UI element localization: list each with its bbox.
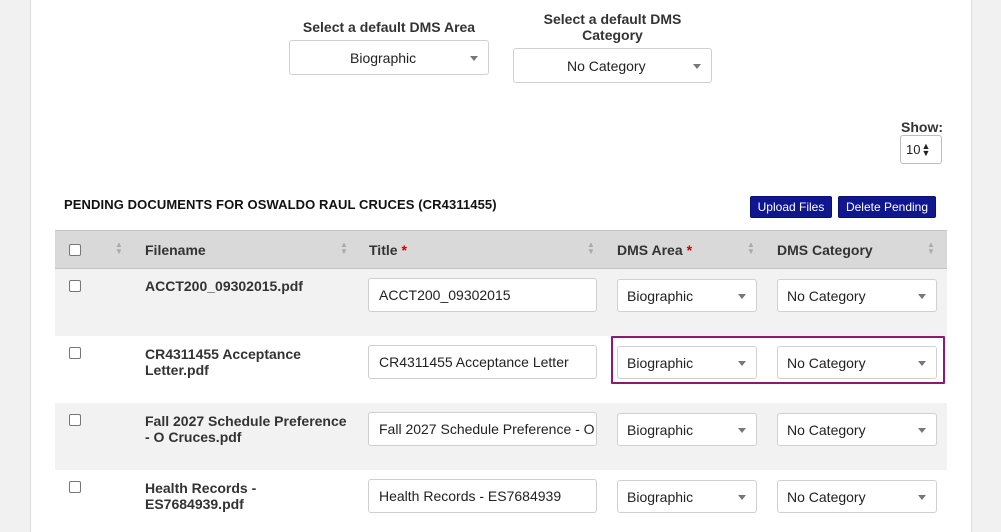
row-title-input[interactable]: ACCT200_09302015: [368, 278, 597, 312]
sort-icon[interactable]: ▲ ▼: [340, 241, 348, 256]
row-filename-line: ES7684939.pdf: [145, 496, 244, 512]
show-select[interactable]: 10 ▲ ▼: [900, 135, 942, 164]
default-category-label-line2: Category: [582, 27, 643, 43]
row-category-value: No Category: [787, 421, 866, 438]
row-filename: Health Records - ES7684939.pdf: [145, 480, 355, 512]
chevron-down-icon: [738, 427, 746, 433]
row-checkbox[interactable]: [69, 280, 81, 292]
sort-icon[interactable]: ▲ ▼: [747, 241, 755, 256]
default-area-select[interactable]: Biographic: [289, 40, 489, 75]
row-filename: CR4311455 Acceptance Letter.pdf: [145, 346, 355, 378]
upload-files-button[interactable]: Upload Files: [750, 196, 832, 218]
row-category-select[interactable]: No Category: [777, 480, 937, 513]
row-filename: ACCT200_09302015.pdf: [145, 278, 355, 294]
show-value: 10: [906, 142, 921, 157]
default-area-value: Biographic: [350, 49, 417, 66]
row-filename-line: Letter.pdf: [145, 362, 209, 378]
default-category-group: Select a default DMS Category: [513, 11, 712, 43]
row-category-value: No Category: [787, 287, 866, 304]
header-dms-category-label: DMS Category: [777, 241, 873, 258]
chevron-down-icon: [738, 293, 746, 299]
row-category-value: No Category: [787, 488, 866, 505]
row-area-select[interactable]: Biographic: [617, 480, 757, 513]
header-dms-category[interactable]: DMS Category: [777, 231, 873, 268]
header-dms-area[interactable]: DMS Area *: [617, 231, 692, 268]
pending-documents-title: PENDING DOCUMENTS FOR OSWALDO RAUL CRUCE…: [64, 197, 497, 212]
header-filename-label: Filename: [145, 241, 206, 258]
row-checkbox[interactable]: [69, 347, 81, 359]
row-filename-line: CR4311455 Acceptance: [145, 346, 301, 362]
header-filename[interactable]: Filename: [145, 231, 206, 268]
row-area-value: Biographic: [627, 421, 694, 438]
row-category-select[interactable]: No Category: [777, 279, 937, 312]
chevron-down-icon: [693, 63, 701, 69]
row-area-value: Biographic: [627, 488, 694, 505]
select-all-checkbox[interactable]: [69, 244, 81, 256]
row-area-value: Biographic: [627, 287, 694, 304]
default-category-value: No Category: [567, 57, 646, 74]
row-area-select[interactable]: Biographic: [617, 279, 757, 312]
row-filename-line: ACCT200_09302015.pdf: [145, 278, 303, 294]
chevron-down-icon: [918, 494, 926, 500]
row-filename-line: Fall 2027 Schedule Preference: [145, 413, 347, 429]
delete-pending-button[interactable]: Delete Pending: [838, 196, 936, 218]
default-area-label: Select a default DMS Area: [302, 19, 476, 35]
header-title-label: Title: [369, 241, 398, 258]
chevron-down-icon: [738, 494, 746, 500]
default-category-select[interactable]: No Category: [513, 48, 712, 83]
row-title-input[interactable]: Health Records - ES7684939: [368, 479, 597, 513]
required-marker: *: [686, 241, 693, 258]
default-area-group: Select a default DMS Area: [289, 19, 489, 35]
row-title-input[interactable]: Fall 2027 Schedule Preference - O Cruces: [368, 412, 597, 446]
focus-highlight: [611, 336, 945, 384]
row-checkbox[interactable]: [69, 481, 81, 493]
row-filename: Fall 2027 Schedule Preference - O Cruces…: [145, 413, 355, 445]
table-row: Fall 2027 Schedule Preference - O Cruces…: [55, 403, 947, 470]
row-category-select[interactable]: No Category: [777, 413, 937, 446]
table-header: ▲ ▼ Filename ▲ ▼ Title * ▲ ▼ DMS Area * ▲ ▼ …: [55, 230, 947, 269]
sort-updown-icon: ▲ ▼: [921, 140, 931, 158]
row-area-select[interactable]: Biographic: [617, 413, 757, 446]
header-title[interactable]: Title *: [369, 231, 407, 268]
show-label: Show:: [901, 119, 943, 135]
sort-icon[interactable]: ▲ ▼: [927, 241, 935, 256]
sort-icon[interactable]: ▲ ▼: [587, 241, 595, 256]
chevron-down-icon: [918, 427, 926, 433]
chevron-down-icon: [470, 55, 478, 61]
row-filename-line: - O Cruces.pdf: [145, 429, 242, 445]
required-marker: *: [401, 241, 407, 258]
chevron-down-icon: [918, 293, 926, 299]
sort-icon[interactable]: ▲ ▼: [115, 241, 123, 256]
row-checkbox[interactable]: [69, 414, 81, 426]
row-title-input[interactable]: CR4311455 Acceptance Letter: [368, 345, 597, 379]
row-filename-line: Health Records -: [145, 480, 257, 496]
table-row: Health Records - ES7684939.pdf Health Re…: [55, 470, 947, 532]
default-category-label-line1: Select a default DMS: [543, 11, 682, 27]
header-dms-area-label: DMS Area: [617, 241, 683, 258]
table-row: ACCT200_09302015.pdf ACCT200_09302015 Bi…: [55, 269, 947, 336]
